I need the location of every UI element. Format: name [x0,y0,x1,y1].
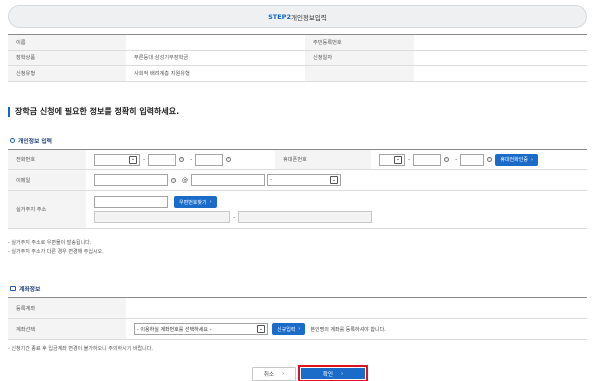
address-base-input[interactable] [94,211,230,223]
table-row: 장학상품 푸른등대 삼성기부장학금 신청일자 [8,50,587,67]
email-at-sign: @ [182,176,188,184]
required-mark-icon: ⓡ [171,177,176,183]
bullet-circle-icon [10,138,15,143]
email-domain-input[interactable] [191,174,265,186]
info-label-empty [305,65,414,82]
account-info-subtitle: 계좌정보 [10,284,40,293]
email-row: 이메일 ⓡ @ - ⌄ [8,169,587,191]
address-row: 실거주지 주소 우편번호찾기 › - [8,190,587,229]
dropdown-arrow-icon: ⌄ [257,325,265,333]
info-value-resident-no [414,34,587,51]
account-select-label: 계좌선택 [8,318,126,340]
cancel-button[interactable]: 취소 › [252,366,296,381]
required-mark-icon: ⓡ [179,157,185,162]
mobile-label: 휴대폰번호 [275,149,371,170]
step-indicator: STEP2 개인정보입력 [8,5,587,28]
phone-area-select[interactable]: ⌄ [94,153,140,166]
heading-accent-bar [8,106,10,117]
chevron-right-icon: › [281,370,285,377]
info-value-apply-type: 사회적 배려계층 지원유형 [126,65,305,82]
info-label-scholarship: 장학상품 [8,50,126,67]
confirm-button[interactable]: 확인 › [301,368,365,379]
info-label-apply-date: 신청일자 [305,50,414,67]
personal-info-subtitle: 개인정보 입력 [10,136,52,145]
dropdown-arrow-icon: ⌄ [330,176,338,184]
required-mark-icon: ⓡ [487,157,493,162]
dropdown-arrow-icon: ⌄ [394,155,402,164]
phone-row: 전화번호 ⌄ - ⓡ - ⓡ 휴대폰번호 ⌄ - ⓡ - ⓡ 휴대전화인증 › [8,149,587,170]
step-title: 개인정보입력 [290,13,327,22]
note-line: - 실거주지 주소로 우편물이 발송됩니다. [8,240,92,246]
personal-info-form: 전화번호 ⌄ - ⓡ - ⓡ 휴대폰번호 ⌄ - ⓡ - ⓡ 휴대전화인증 › … [8,149,587,229]
table-row: 등록계좌 [8,297,587,319]
phone-label: 전화번호 [8,149,86,170]
section-heading-text: 장학금 신청에 필요한 정보를 정확히 입력하세요. [15,107,180,116]
applicant-info-table: 이름 주민등록번호 장학상품 푸른등대 삼성기부장학금 신청일자 신청유형 사회… [8,34,587,82]
info-value-scholarship: 푸른등대 삼성기부장학금 [126,50,305,67]
registered-account-value [126,297,587,319]
section-heading: 장학금 신청에 필요한 정보를 정확히 입력하세요. [8,106,179,117]
email-id-input[interactable] [94,174,168,186]
mobile-middle-input[interactable] [413,153,442,166]
chevron-right-icon: › [298,326,301,332]
mobile-verify-button[interactable]: 휴대전화인증 › [495,153,538,166]
table-row: 신청유형 사회적 배려계층 지원유형 [8,65,587,82]
confirm-highlight: 확인 › [298,365,368,381]
email-domain-select[interactable]: - ⌄ [267,174,341,186]
address-notes: - 실거주지 주소로 우편물이 발송됩니다. - 실거주지 주소가 다른 경우 … [8,239,104,257]
email-label: 이메일 [8,169,86,191]
mobile-prefix-select[interactable]: ⌄ [379,153,405,166]
info-label-name: 이름 [8,34,126,51]
phone-last-input[interactable] [195,153,224,166]
dropdown-arrow-icon: ⌄ [129,155,137,164]
note-line: - 신청기간 종료 후 입금계좌 변경이 불가하오니 주의하시기 바랍니다. [8,346,153,352]
required-mark-icon: ⓡ [444,157,450,162]
info-value-name [126,34,305,51]
mobile-last-input[interactable] [460,153,485,166]
personal-info-subtitle-text: 개인정보 입력 [18,139,53,145]
table-row: 이름 주민등록번호 [8,34,587,51]
account-select[interactable]: - 이용하실 계좌번호를 선택하세요 - ⌄ [134,323,268,335]
account-info-table: 등록계좌 계좌선택 - 이용하실 계좌번호를 선택하세요 - ⌄ 신규입력 › 본인… [8,297,587,340]
address-label: 실거주지 주소 [8,190,86,229]
info-label-resident-no: 주민등록번호 [305,34,414,51]
step-number: STEP2 [268,12,291,21]
note-line: - 실거주지 주소가 다른 경우 변경해 주십시오. [8,249,104,255]
info-label-apply-type: 신청유형 [8,65,126,82]
address-detail-input[interactable] [238,211,373,223]
postcode-search-button[interactable]: 우편번호찾기 › [174,196,217,208]
new-account-button[interactable]: 신규입력 › [272,323,306,335]
chevron-right-icon: › [340,370,344,377]
account-info-subtitle-text: 계좌정보 [19,287,41,293]
postcode-input[interactable] [94,196,168,208]
form-actions: 취소 › 확인 › [252,365,368,381]
required-mark-icon: ⓡ [226,157,232,162]
chevron-right-icon: › [209,199,212,205]
account-notes: - 신청기간 종료 후 입금계좌 변경이 불가하오니 주의하시기 바랍니다. [8,345,153,354]
info-value-empty [414,65,587,82]
chevron-right-icon: › [530,156,533,163]
table-row: 계좌선택 - 이용하실 계좌번호를 선택하세요 - ⌄ 신규입력 › 본인명의 계좌… [8,318,587,340]
account-icon [10,286,16,291]
info-value-apply-date [414,50,587,67]
phone-middle-input[interactable] [148,153,177,166]
account-guide-text: 본인명의 계좌를 등록하셔야 합니다. [310,326,386,333]
registered-account-label: 등록계좌 [8,297,126,319]
